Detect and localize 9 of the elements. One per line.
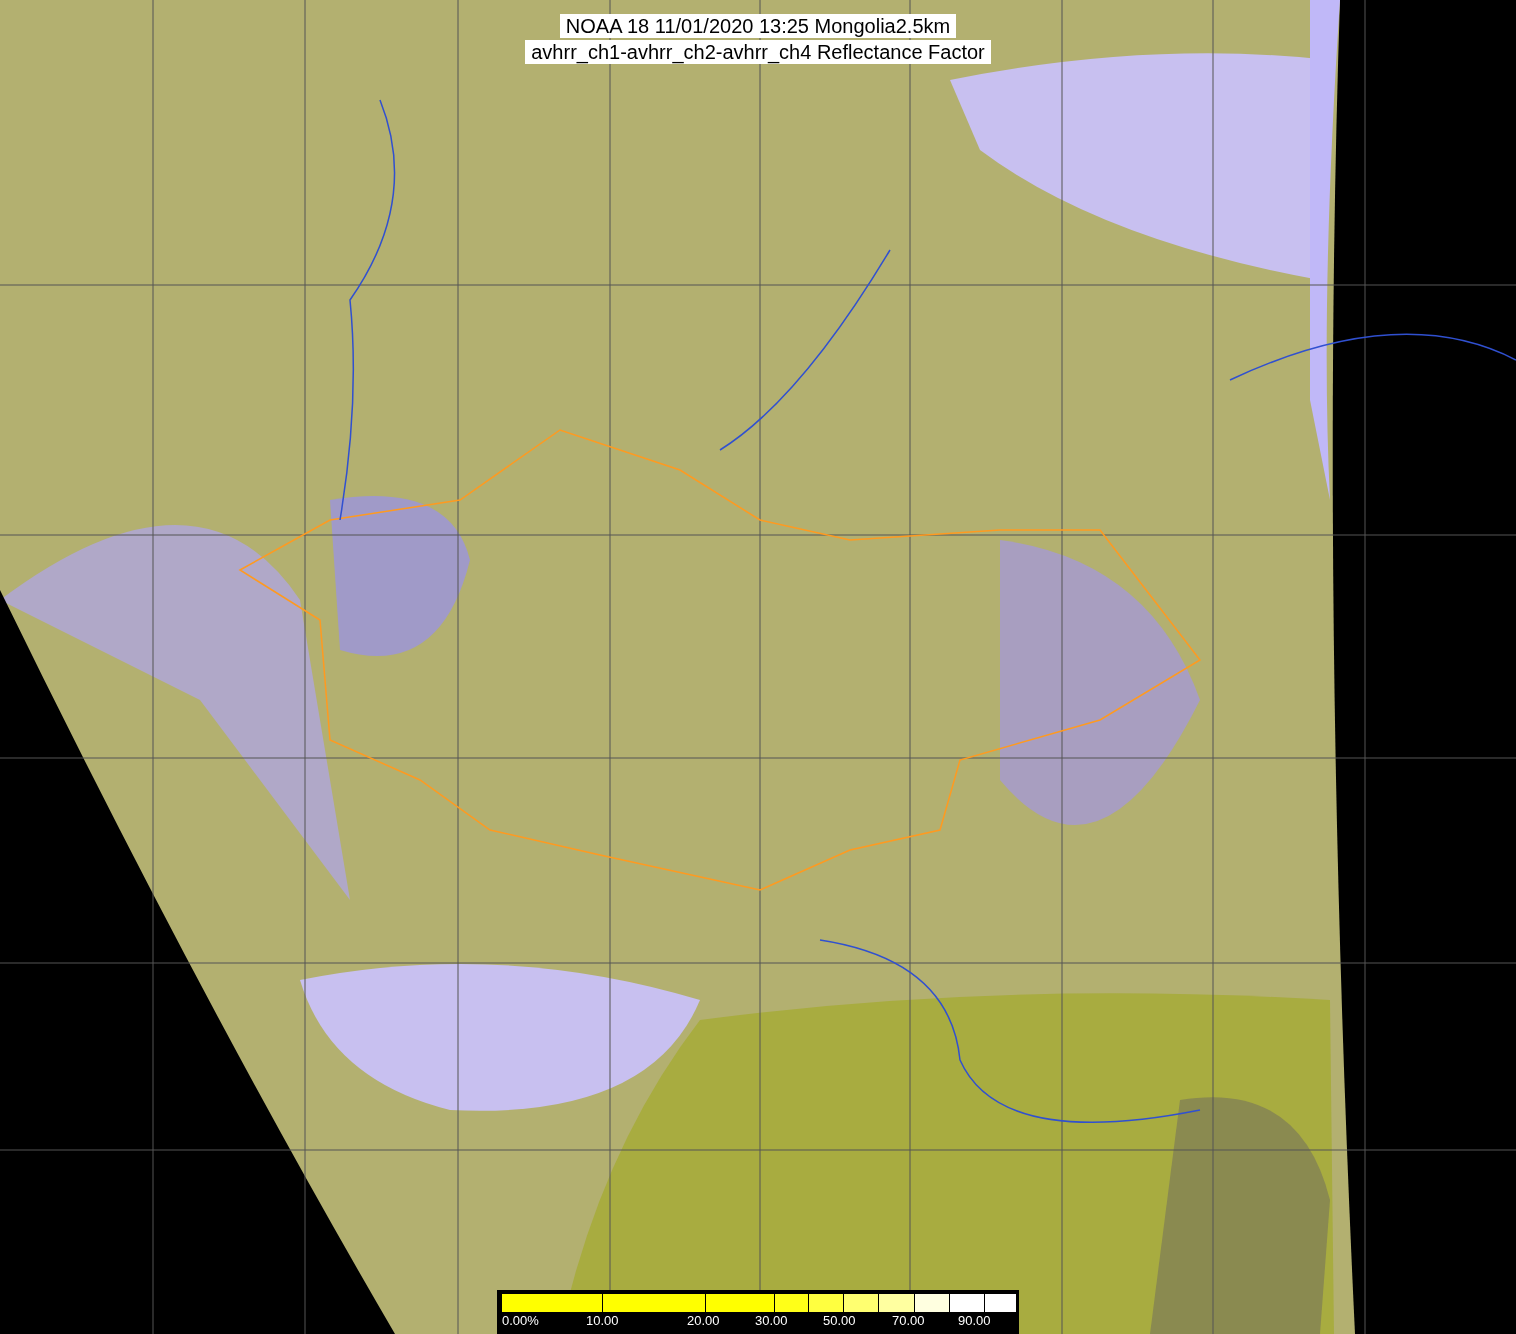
scale-label: 50.00 <box>823 1313 856 1328</box>
scale-label: 0.00% <box>502 1313 539 1328</box>
scale-label: 90.00 <box>958 1313 991 1328</box>
map-title: NOAA 18 11/01/2020 13:25 Mongolia2.5km <box>559 14 957 38</box>
scale-label: 70.00 <box>892 1313 925 1328</box>
map-title: avhrr_ch1-avhrr_ch2-avhrr_ch4 Reflectance Factor <box>525 40 991 64</box>
scale-label: 20.00 <box>687 1313 720 1328</box>
scale-label: 30.00 <box>755 1313 788 1328</box>
scale-label: 10.00 <box>586 1313 619 1328</box>
